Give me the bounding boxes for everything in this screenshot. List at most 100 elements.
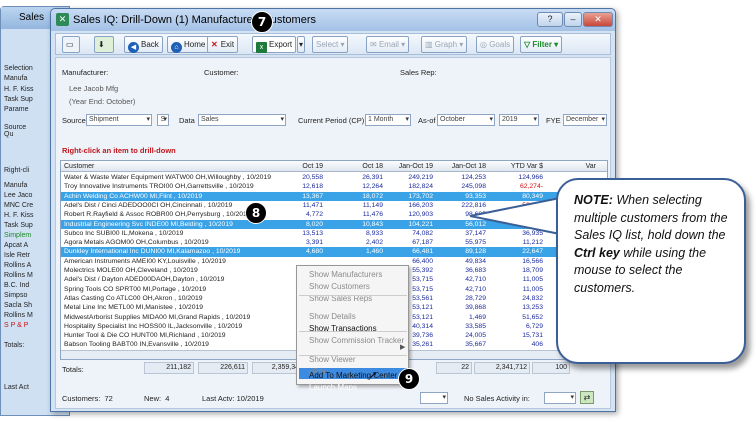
background-label: MNC Cre bbox=[4, 202, 34, 209]
menu-item[interactable]: Launch Maps bbox=[309, 383, 357, 392]
value-cell: 26,391 bbox=[362, 174, 383, 181]
value-cell: 3,391 bbox=[305, 239, 323, 247]
menu-item[interactable]: Show Commission Tracker bbox=[309, 336, 404, 345]
asof-month-select[interactable]: October bbox=[437, 114, 495, 126]
value-cell: 11,471 bbox=[302, 201, 323, 209]
filter-button[interactable]: ▽ Filter ▾ bbox=[520, 36, 563, 53]
value-cell: 8,933 bbox=[365, 229, 383, 237]
source-label: Source bbox=[62, 116, 86, 125]
value-cell: 13,367 bbox=[302, 192, 323, 200]
home-button[interactable]: ⌂ Home bbox=[167, 36, 210, 53]
customer-cell: Babson Tooling BABT00 IN,Evansville , 10… bbox=[64, 341, 209, 349]
menu-item[interactable]: Show Customers bbox=[309, 282, 370, 291]
background-label: Qu bbox=[4, 131, 14, 138]
back-button[interactable]: ◀ Back bbox=[124, 36, 163, 53]
export-dropdown[interactable]: ▾ bbox=[297, 36, 305, 53]
fye-label: FYE bbox=[546, 116, 561, 125]
value-cell: 11,476 bbox=[362, 211, 383, 219]
customer-cell: Water & Waste Water Equipment WATW00 OH,… bbox=[64, 174, 271, 181]
submenu-arrow-icon: ▶ bbox=[400, 344, 406, 351]
column-header[interactable]: YTD Var $ bbox=[499, 163, 543, 170]
menu-item[interactable]: Add To Marketing Center bbox=[309, 371, 397, 380]
column-header[interactable]: Customer bbox=[64, 163, 94, 170]
home-icon: ⌂ bbox=[171, 42, 182, 53]
source-select[interactable]: Shipment bbox=[86, 114, 152, 126]
background-label: Manufa bbox=[4, 182, 28, 189]
customer-cell: Hunter Tool & Die CO HUNT00 MI,Richland … bbox=[64, 332, 226, 340]
menu-item[interactable]: Show Details bbox=[309, 312, 356, 321]
new-count-label: New: 4 bbox=[144, 394, 170, 403]
table-row[interactable]: Water & Waste Water Equipment WATW00 OH,… bbox=[61, 173, 607, 182]
background-label: Rollins A bbox=[4, 262, 32, 269]
graph-button[interactable]: ▥ Graph ▾ bbox=[421, 36, 468, 53]
note-title: NOTE: bbox=[574, 193, 613, 207]
customer-cell: Industrial Engineering Svc INDE00 MI,Bel… bbox=[64, 220, 233, 228]
help-button[interactable]: ? bbox=[537, 12, 563, 27]
column-header[interactable]: Jan-Oct 18 bbox=[442, 163, 486, 170]
customer-cell: Hospitality Specialist Inc HOSS00 IL,Jac… bbox=[64, 322, 243, 330]
grid-header: Customer Oct 19 Oct 18 Jan-Oct 19 Jan-Oct 18… bbox=[61, 161, 607, 172]
exit-button[interactable]: ✕ Exit bbox=[207, 36, 239, 53]
table-row[interactable]: Agora Metals AGOM00 OH,Columbus , 10/201… bbox=[61, 238, 607, 247]
manufacturer-label: Manufacturer: bbox=[62, 68, 109, 77]
value-cell: 74,082 bbox=[412, 229, 433, 237]
fye-select[interactable]: December bbox=[563, 114, 607, 126]
save-icon[interactable]: ⬇ bbox=[94, 36, 114, 53]
last-activity-select[interactable] bbox=[420, 392, 448, 404]
period-select[interactable]: 1 Month bbox=[365, 114, 411, 126]
background-label: Task Sup bbox=[4, 96, 33, 103]
context-menu: Show Manufacturers Show Customers Show Sal… bbox=[296, 265, 409, 392]
column-header[interactable]: Jan-Oct 19 bbox=[389, 163, 433, 170]
table-row[interactable]: Dunkley International Inc DUNI00 MI,Kala… bbox=[61, 247, 607, 257]
background-label: Task Sup bbox=[4, 222, 33, 229]
customer-cell: Adel's Dist / Dayton ADED00DAOH,Dayton ,… bbox=[64, 276, 225, 284]
value-cell: 2,402 bbox=[365, 239, 383, 247]
asof-year-select[interactable]: 2019 bbox=[499, 114, 539, 126]
value-cell: 12,618 bbox=[302, 183, 323, 191]
mouse-cursor-icon: ➚ bbox=[369, 370, 378, 381]
value-cell: 166,203 bbox=[408, 201, 433, 209]
value-cell: 10,843 bbox=[362, 220, 383, 228]
value-cell: 11,149 bbox=[362, 201, 383, 209]
value-cell: 42,710 bbox=[465, 276, 486, 284]
customer-cell: Metal Line Inc METL00 MI,Manistee , 10/2… bbox=[64, 304, 204, 312]
no-sales-select[interactable] bbox=[544, 392, 576, 404]
customer-cell: Adel's Dist / Cinci ADEDOO0CI OH,Cincinn… bbox=[64, 201, 233, 209]
email-button[interactable]: ✉ Email ▾ bbox=[366, 36, 410, 53]
minimize-button[interactable]: – bbox=[564, 12, 582, 27]
year-end: (Year End: October) bbox=[69, 97, 136, 106]
select-button[interactable]: Select ▾ bbox=[312, 36, 349, 53]
value-cell: 120,903 bbox=[408, 211, 433, 219]
s-button[interactable]: S bbox=[157, 114, 169, 126]
column-header[interactable]: Oct 18 bbox=[339, 163, 383, 170]
refresh-icon[interactable]: ⇄ bbox=[580, 391, 594, 404]
customer-cell: Agora Metals AGOM00 OH,Columbus , 10/201… bbox=[64, 239, 209, 247]
drill-down-hint: Right-click an item to drill-down bbox=[62, 146, 176, 155]
value-cell: 33,585 bbox=[465, 322, 486, 330]
goals-button[interactable]: ◎ Goals bbox=[476, 36, 515, 53]
customer-cell: Atlas Casting Co ATLC00 OH,Akron , 10/20… bbox=[64, 294, 203, 302]
menu-separator bbox=[299, 355, 407, 356]
value-cell: 22,647 bbox=[522, 248, 543, 256]
column-header[interactable]: Var bbox=[552, 163, 596, 170]
table-row[interactable]: Troy Innovative Instruments TROI00 OH,Ga… bbox=[61, 182, 607, 191]
data-select[interactable]: Sales bbox=[198, 114, 286, 126]
background-label: Simplem bbox=[4, 232, 32, 239]
value-cell: 1,460 bbox=[365, 248, 383, 256]
column-header[interactable]: Oct 19 bbox=[279, 163, 323, 170]
menu-item[interactable]: Show Manufacturers bbox=[309, 270, 382, 279]
value-cell: 24,832 bbox=[522, 294, 543, 302]
value-cell: 124,966 bbox=[518, 174, 543, 181]
total-cell: 2,341,712 bbox=[474, 362, 530, 374]
menu-item[interactable]: Show Viewer bbox=[309, 355, 356, 364]
customer-cell: Troy Innovative Instruments TROI00 OH,Ga… bbox=[64, 183, 254, 191]
export-button[interactable]: x Export bbox=[252, 36, 297, 53]
value-cell: 55,975 bbox=[465, 239, 486, 247]
background-label: Lee Jaco bbox=[4, 192, 33, 199]
value-cell: 4,772 bbox=[305, 211, 323, 219]
close-button[interactable]: ✕ bbox=[583, 12, 613, 27]
title-bar[interactable]: ✕ Sales IQ: Drill-Down (1) Manufacturer>… bbox=[51, 9, 615, 31]
layout-icon[interactable]: ▭ bbox=[62, 36, 80, 53]
value-cell: 104,221 bbox=[408, 220, 433, 228]
value-cell: 13,253 bbox=[522, 304, 543, 312]
